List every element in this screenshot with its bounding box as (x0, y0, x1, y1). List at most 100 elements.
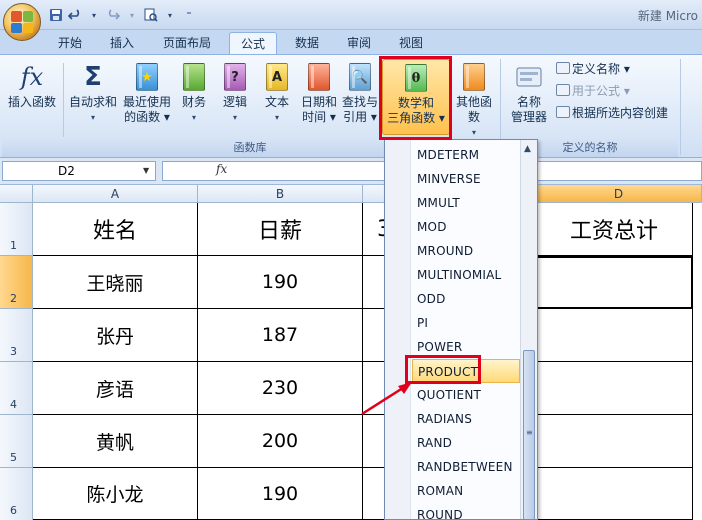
table-cell[interactable]: 王晓丽 (33, 256, 198, 309)
undo-dropdown-icon[interactable]: ▾ (86, 7, 102, 23)
print-preview-icon[interactable] (143, 7, 159, 23)
list-item[interactable]: ODD (412, 287, 520, 311)
date-time-button[interactable]: 日期和 时间 ▾ (298, 59, 340, 135)
customize-qat-icon[interactable]: ⁼ (181, 7, 197, 23)
table-cell[interactable]: 230 (198, 362, 363, 415)
name-manager-icon (514, 61, 544, 93)
insert-function-button[interactable]: fx 插入函数 (4, 59, 60, 135)
table-header-cell[interactable]: 姓名 (33, 203, 198, 256)
row-header-1[interactable]: 1 (0, 203, 33, 256)
table-cell[interactable] (536, 468, 693, 520)
more-functions-button[interactable]: 其他函数 ▾ (451, 59, 497, 137)
scrollbar-thumb[interactable]: ≡ (523, 350, 535, 519)
row-header-5[interactable]: 5 (0, 415, 33, 468)
create-from-selection-button[interactable]: 根据所选内容创建 (556, 103, 668, 123)
table-header-cell[interactable]: 日薪 (198, 203, 363, 256)
list-item[interactable]: RADIANS (412, 407, 520, 431)
ribbon-tabs: 开始 插入 页面布局 公式 数据 审阅 视图 (0, 30, 702, 54)
tab-view[interactable]: 视图 (389, 32, 433, 54)
logical-button[interactable]: ? 逻辑 ▾ (216, 59, 254, 135)
table-cell[interactable] (536, 362, 693, 415)
tab-insert[interactable]: 插入 (100, 32, 144, 54)
sigma-icon: Σ (84, 61, 102, 92)
chevron-down-icon[interactable]: ▼ (143, 166, 149, 175)
create-from-selection-icon (556, 106, 570, 118)
define-name-button[interactable]: 定义名称 ▾ (556, 59, 630, 79)
lookup-reference-button[interactable]: 🔍 查找与 引用 ▾ (340, 59, 380, 135)
list-item[interactable]: MROUND (412, 239, 520, 263)
select-all-corner[interactable] (0, 185, 33, 203)
list-item[interactable]: MOD (412, 215, 520, 239)
lookup-book-icon: 🔍 (345, 61, 375, 93)
list-item[interactable]: MULTINOMIAL (412, 263, 520, 287)
define-name-icon (556, 62, 570, 74)
financial-book-icon (179, 61, 209, 93)
table-cell[interactable]: 187 (198, 309, 363, 362)
table-cell[interactable]: 190 (198, 256, 363, 309)
star-book-icon: ★ (132, 61, 162, 93)
use-in-formula-button[interactable]: 用于公式 ▾ (556, 81, 630, 101)
table-cell[interactable]: 190 (198, 468, 363, 520)
name-manager-button[interactable]: 名称 管理器 (504, 59, 554, 135)
financial-button[interactable]: 财务 ▾ (175, 59, 213, 135)
fx-icon[interactable]: fx (216, 162, 227, 176)
table-cell[interactable] (536, 309, 693, 362)
list-item[interactable]: MMULT (412, 191, 520, 215)
fx-icon: fx (20, 62, 44, 91)
office-orb-icon (11, 11, 33, 33)
name-box[interactable]: D2 (2, 161, 156, 181)
tab-data[interactable]: 数据 (285, 32, 329, 54)
list-item[interactable]: RANDBETWEEN (412, 455, 520, 479)
row-header-6[interactable]: 6 (0, 468, 33, 520)
column-header-a[interactable]: A (33, 185, 198, 203)
worksheet-grid[interactable]: A B C D 1 2 3 4 5 6 姓名 日薪 3 工资总计 王晓丽 190… (0, 185, 702, 520)
save-icon[interactable] (48, 7, 64, 23)
row-header-2[interactable]: 2 (0, 256, 33, 309)
ribbon-separator (63, 63, 64, 137)
column-header-d[interactable]: D (536, 185, 702, 203)
logical-book-icon: ? (220, 61, 250, 93)
tab-page-layout[interactable]: 页面布局 (154, 32, 220, 54)
math-trig-dropdown: MDETERM MINVERSE MMULT MOD MROUND MULTIN… (384, 139, 538, 520)
autosum-button[interactable]: Σ 自动求和 ▾ (66, 59, 120, 135)
more-functions-book-icon (459, 61, 489, 93)
list-item[interactable]: PI (412, 311, 520, 335)
use-in-formula-icon (556, 84, 570, 96)
dropdown-scrollbar[interactable]: ▲ ≡ (520, 140, 537, 519)
tab-home[interactable]: 开始 (50, 32, 90, 54)
text-button[interactable]: A 文本 ▾ (258, 59, 296, 135)
red-arrow-icon (361, 382, 412, 416)
tab-review[interactable]: 审阅 (337, 32, 381, 54)
table-header-cell[interactable]: 工资总计 (536, 203, 693, 256)
table-cell[interactable]: 彦语 (33, 362, 198, 415)
list-item[interactable]: ROUND (412, 503, 520, 519)
scroll-up-icon[interactable]: ▲ (524, 144, 531, 154)
selected-cell-d2[interactable] (536, 256, 693, 309)
dropdown-icon-strip (385, 140, 411, 519)
row-header-3[interactable]: 3 (0, 309, 33, 362)
table-cell[interactable]: 黄帆 (33, 415, 198, 468)
table-cell[interactable] (536, 415, 693, 468)
recently-used-button[interactable]: ★ 最近使用 的函数 ▾ (120, 59, 174, 135)
list-item[interactable]: MINVERSE (412, 167, 520, 191)
tab-formulas[interactable]: 公式 (229, 32, 277, 54)
list-item[interactable]: QUOTIENT (412, 383, 520, 407)
quick-access-toolbar: ▾ ▾ ▾ ⁼ (48, 6, 200, 24)
text-book-icon: A (262, 61, 292, 93)
group-separator (680, 59, 681, 155)
table-cell[interactable]: 陈小龙 (33, 468, 198, 520)
table-cell[interactable]: 张丹 (33, 309, 198, 362)
list-item[interactable]: RAND (412, 431, 520, 455)
table-cell[interactable]: 200 (198, 415, 363, 468)
office-button[interactable] (3, 3, 41, 41)
ribbon-formulas: fx 插入函数 Σ 自动求和 ▾ ★ 最近使用 的函数 ▾ 财务 ▾ ? 逻辑 … (0, 54, 702, 158)
title-bar: ▾ ▾ ▾ ⁼ 新建 Micro (0, 0, 702, 30)
list-item[interactable]: MDETERM (412, 143, 520, 167)
undo-icon[interactable] (67, 7, 83, 23)
list-item[interactable]: ROMAN (412, 479, 520, 503)
redo-dropdown-icon[interactable]: ▾ (124, 7, 140, 23)
row-header-4[interactable]: 4 (0, 362, 33, 415)
redo-icon[interactable] (105, 7, 121, 23)
print-dropdown-icon[interactable]: ▾ (162, 7, 178, 23)
column-header-b[interactable]: B (198, 185, 363, 203)
